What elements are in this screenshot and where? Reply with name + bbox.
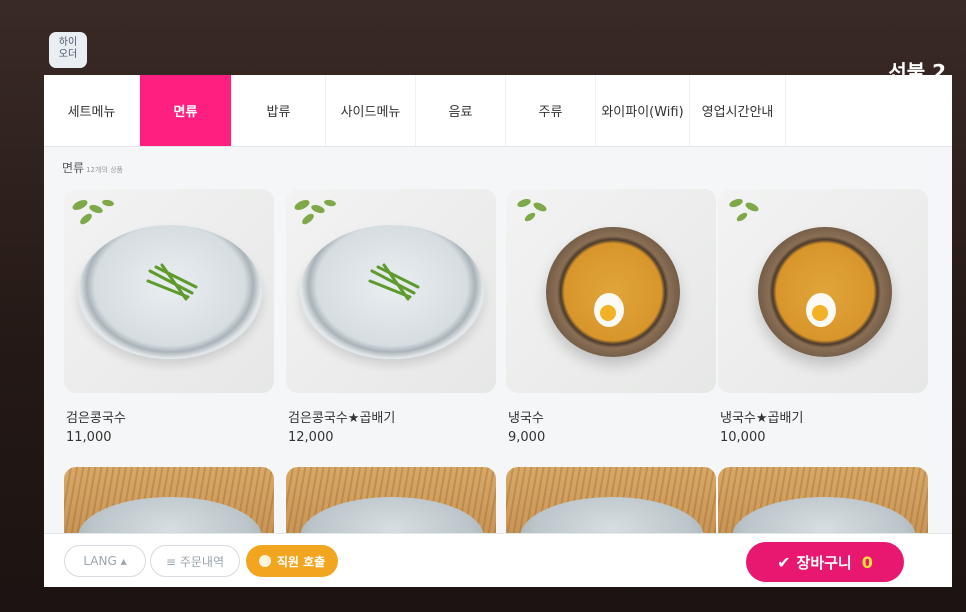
- tab-label: 주류: [538, 105, 563, 120]
- section-title: 면류 12개의 상품: [62, 159, 123, 176]
- tab-label: 세트메뉴: [67, 105, 116, 120]
- leaf-decoration: [72, 199, 114, 225]
- logo-line-1: 하이: [58, 37, 78, 48]
- product-image: [64, 467, 274, 537]
- language-label: LANG ▴: [83, 554, 127, 568]
- egg-yolk: [812, 305, 828, 321]
- product-price: 11,000: [66, 430, 112, 445]
- order-history-button[interactable]: ≡ 주문내역: [150, 545, 240, 577]
- tab-label: 면류: [173, 105, 198, 120]
- section-title-text: 면류: [62, 161, 85, 175]
- kiosk-screen: 세트메뉴 면류 밥류 사이드메뉴 음료 주류 와이파이(Wifi) 영업시간안내…: [44, 75, 952, 587]
- leaf-decoration: [729, 198, 759, 222]
- language-button[interactable]: LANG ▴: [64, 545, 146, 577]
- tab-label: 사이드메뉴: [340, 105, 401, 120]
- leaf-decoration: [294, 199, 336, 225]
- tab-label: 음료: [448, 105, 473, 120]
- call-staff-button[interactable]: 직원 호출: [246, 545, 338, 577]
- product-image: [718, 467, 928, 537]
- product-image: [64, 189, 274, 393]
- product-price: 10,000: [720, 430, 766, 445]
- product-card[interactable]: [506, 467, 716, 537]
- section-count: 12개의 상품: [86, 166, 123, 174]
- product-price: 9,000: [508, 430, 546, 445]
- tab-noodles[interactable]: 면류: [140, 75, 232, 146]
- order-history-label: ≡ 주문내역: [165, 554, 225, 569]
- cart-button[interactable]: ✔ 장바구니 0: [746, 542, 904, 582]
- product-image: [506, 189, 716, 393]
- category-tabbar: 세트메뉴 면류 밥류 사이드메뉴 음료 주류 와이파이(Wifi) 영업시간안내: [44, 75, 952, 147]
- tab-label: 밥류: [266, 105, 291, 120]
- tab-side-menu[interactable]: 사이드메뉴: [326, 75, 416, 146]
- app-logo: 하이 오더: [49, 32, 87, 68]
- product-name: 검은콩국수: [66, 411, 126, 426]
- tab-label: 영업시간안내: [701, 105, 774, 120]
- product-card[interactable]: 검은콩국수★곱배기 12,000: [286, 189, 496, 445]
- product-card[interactable]: 냉국수★곱배기 10,000: [718, 189, 928, 445]
- product-card[interactable]: [718, 467, 928, 537]
- product-card[interactable]: 냉국수 9,000: [506, 189, 716, 445]
- cold-noodle-bowl: [546, 227, 680, 357]
- tab-drinks[interactable]: 음료: [416, 75, 506, 146]
- tab-business-hours[interactable]: 영업시간안내: [690, 75, 786, 146]
- tab-wifi[interactable]: 와이파이(Wifi): [596, 75, 690, 146]
- product-image: [286, 467, 496, 537]
- tab-label: 와이파이(Wifi): [601, 105, 684, 120]
- cold-noodle-bowl: [758, 227, 892, 357]
- tab-set-menu[interactable]: 세트메뉴: [44, 75, 140, 146]
- product-image: [506, 467, 716, 537]
- staff-icon: [258, 555, 271, 567]
- cucumber-garnish: [368, 263, 420, 301]
- product-name: 냉국수: [508, 411, 544, 426]
- product-card[interactable]: 검은콩국수 11,000: [64, 189, 274, 445]
- tab-rice[interactable]: 밥류: [232, 75, 326, 146]
- cart-count: 0: [861, 552, 873, 572]
- product-price: 12,000: [288, 430, 334, 445]
- product-name: 검은콩국수★곱배기: [288, 411, 396, 426]
- logo-line-2: 오더: [58, 49, 78, 60]
- product-card[interactable]: [64, 467, 274, 537]
- check-icon: ✔: [777, 552, 791, 572]
- cucumber-garnish: [146, 263, 198, 301]
- tab-alcohol[interactable]: 주류: [506, 75, 596, 146]
- cart-label: 장바구니: [796, 553, 852, 572]
- product-name: 냉국수★곱배기: [720, 411, 804, 426]
- product-card[interactable]: [286, 467, 496, 537]
- egg-yolk: [600, 305, 616, 321]
- call-staff-label: 직원 호출: [276, 554, 326, 569]
- product-image: [286, 189, 496, 393]
- product-image: [718, 189, 928, 393]
- leaf-decoration: [517, 198, 547, 222]
- bottom-bar: LANG ▴ ≡ 주문내역 직원 호출 ✔ 장바구니 0: [44, 533, 952, 587]
